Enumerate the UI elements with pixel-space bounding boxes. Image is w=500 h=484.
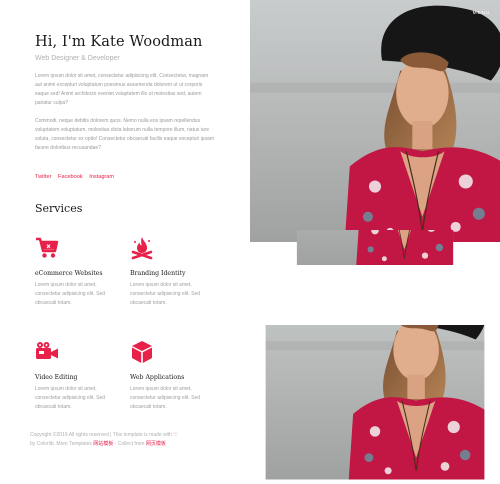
service-description: Lorem ipsum dolor sit amet, consectetur … — [130, 282, 201, 306]
menu-button[interactable]: MENU — [473, 11, 490, 16]
about-paragraph-2: Commodi, neque debitis dolorem quos. Nem… — [35, 118, 214, 151]
footer-credits: Copyright ©2019 All rights reserved | Th… — [30, 431, 230, 449]
about-paragraph-1: Lorem ipsum dolor sit amet, consectetur … — [35, 73, 209, 106]
heart-icon: ♡ — [173, 432, 178, 438]
service-name: Web Applications — [130, 374, 185, 381]
fire-icon — [131, 237, 153, 260]
cart-icon — [36, 237, 59, 258]
video-camera-icon — [36, 342, 58, 359]
service-name: Branding Identity — [130, 270, 186, 277]
service-name: Video Editing — [35, 374, 78, 381]
service-description: Lorem ipsum dolor sit amet, consectetur … — [35, 386, 106, 410]
facebook-link[interactable]: Facebook — [58, 174, 83, 180]
portrait-photo-3 — [250, 325, 500, 484]
templates-link[interactable]: 网站模板 — [93, 441, 113, 447]
service-name: eCommerce Websites — [35, 270, 103, 277]
portrait-panel: MENU — [250, 0, 500, 484]
twitter-link[interactable]: Twitter — [35, 174, 51, 180]
page-subtitle: Web Designer & Developer — [35, 55, 120, 62]
copyright-text: Copyright ©2019 All rights reserved | Th… — [30, 432, 172, 438]
service-description: Lorem ipsum dolor sit amet, consectetur … — [35, 282, 106, 306]
portrait-photo-2 — [250, 230, 500, 330]
page-title: Hi, I'm Kate Woodman — [35, 34, 203, 50]
portrait-photo-1 — [250, 0, 500, 242]
webpage-templates-link[interactable]: 网页模板 — [146, 441, 166, 447]
service-description: Lorem ipsum dolor sit amet, consectetur … — [130, 386, 201, 410]
cube-icon — [132, 341, 152, 363]
instagram-link[interactable]: Instagram — [89, 174, 114, 180]
services-heading: Services — [35, 202, 83, 215]
footer-credit-prefix: by Colorlib. More Templates — [30, 441, 92, 447]
footer-credit-middle: - Collect from — [113, 441, 146, 447]
content-panel: Hi, I'm Kate Woodman Web Designer & Deve… — [0, 0, 250, 484]
social-links: Twitter Facebook Instagram — [35, 174, 119, 180]
